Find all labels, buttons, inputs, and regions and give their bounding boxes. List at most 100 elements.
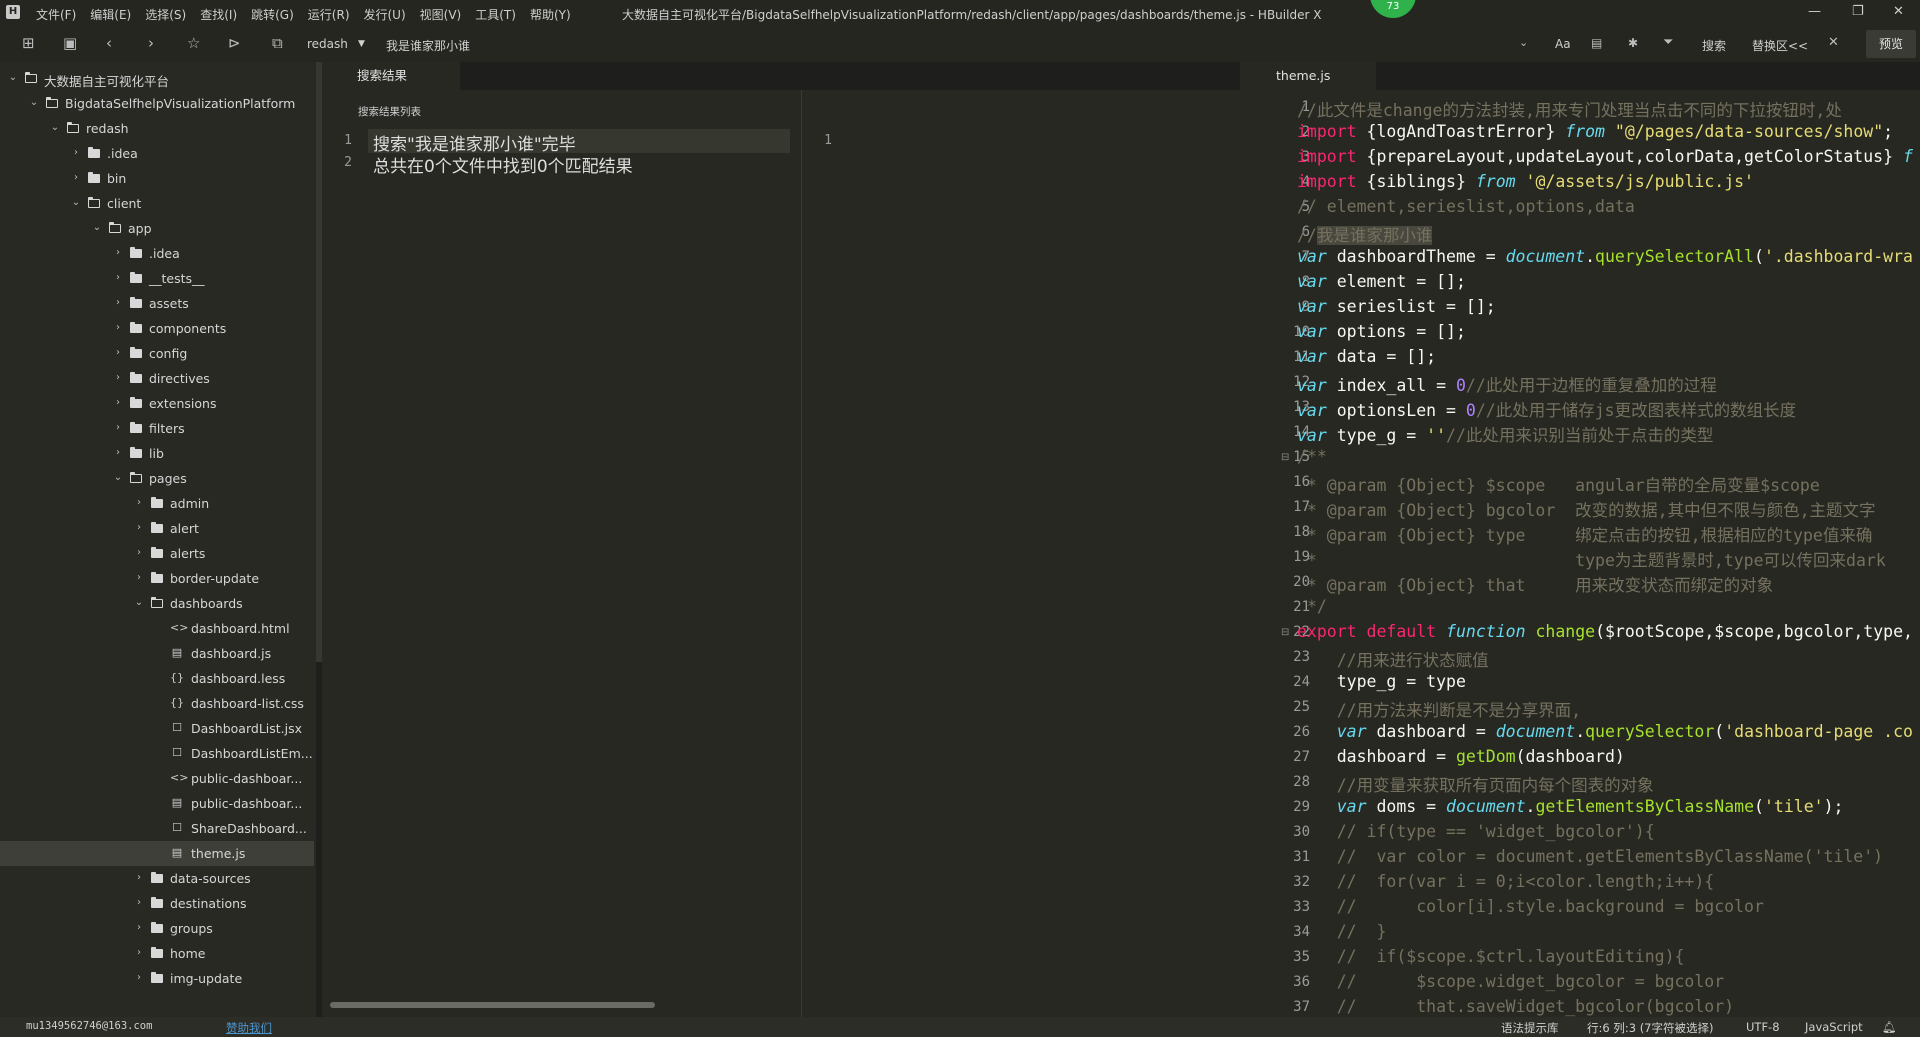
project-selector[interactable]: redash: [307, 37, 348, 51]
menu-find[interactable]: 查找(I): [200, 6, 237, 23]
chevron-right-icon[interactable]: ›: [113, 322, 123, 333]
restore-icon[interactable]: ❐: [1852, 4, 1864, 19]
tree-item[interactable]: ▤ public-dashboar...: [0, 791, 316, 816]
tree-item[interactable]: › .idea: [0, 141, 316, 166]
menu-tools[interactable]: 工具(T): [475, 6, 516, 23]
user-account[interactable]: mu1349562746@163.com: [26, 1020, 152, 1032]
search-result-line[interactable]: 总共在0个文件中找到0个匹配结果: [373, 152, 633, 177]
tree-item[interactable]: › lib: [0, 441, 316, 466]
forward-icon[interactable]: ›: [148, 35, 154, 51]
chevron-down-icon[interactable]: ⌄: [113, 472, 123, 483]
star-icon[interactable]: ☆: [187, 35, 200, 51]
chevron-down-icon[interactable]: ⌄: [92, 222, 102, 233]
chevron-down-icon[interactable]: ⌄: [50, 122, 60, 133]
chevron-right-icon[interactable]: ›: [134, 872, 144, 883]
chevron-right-icon[interactable]: ›: [113, 397, 123, 408]
tree-item[interactable]: › directives: [0, 366, 316, 391]
filter-icon[interactable]: ⏷: [1663, 35, 1673, 51]
tree-item[interactable]: › destinations: [0, 891, 316, 916]
close-search-icon[interactable]: ✕: [1828, 35, 1839, 51]
tree-item[interactable]: › home: [0, 941, 316, 966]
chevron-down-icon[interactable]: ⌄: [1519, 35, 1528, 51]
preview-button[interactable]: 预览: [1866, 30, 1916, 58]
chevron-right-icon[interactable]: ›: [134, 572, 144, 583]
tree-item[interactable]: ▤ theme.js: [0, 841, 314, 866]
tab-theme-js[interactable]: theme.js: [1240, 62, 1376, 90]
tree-item[interactable]: <> dashboard.html: [0, 616, 316, 641]
menu-view[interactable]: 视图(V): [420, 6, 462, 23]
tree-item[interactable]: › alerts: [0, 541, 316, 566]
chevron-right-icon[interactable]: ›: [134, 922, 144, 933]
chevron-right-icon[interactable]: ›: [134, 947, 144, 958]
chevron-right-icon[interactable]: ›: [113, 422, 123, 433]
chevron-right-icon[interactable]: ›: [113, 372, 123, 383]
tree-item[interactable]: ☐ ShareDashboard...: [0, 816, 316, 841]
tree-item[interactable]: › groups: [0, 916, 316, 941]
tree-item[interactable]: › bin: [0, 166, 316, 191]
new-file-icon[interactable]: ⊞: [22, 35, 35, 51]
tree-item[interactable]: › filters: [0, 416, 316, 441]
tree-item[interactable]: ⌄ pages: [0, 466, 316, 491]
syntax-hint-library[interactable]: 语法提示库: [1501, 1020, 1559, 1036]
chevron-down-icon[interactable]: ⌄: [71, 197, 81, 208]
replace-toggle[interactable]: 替换区<<: [1752, 37, 1808, 54]
chevron-down-icon[interactable]: ⌄: [134, 597, 144, 608]
tree-item[interactable]: › admin: [0, 491, 316, 516]
chevron-right-icon[interactable]: ›: [134, 972, 144, 983]
chevron-right-icon[interactable]: ›: [113, 247, 123, 258]
tree-item[interactable]: ☐ DashboardList.jsx: [0, 716, 316, 741]
tab-search-results[interactable]: 搜索结果: [322, 62, 460, 90]
chevron-right-icon[interactable]: ›: [134, 897, 144, 908]
close-window-icon[interactable]: ✕: [1893, 4, 1904, 19]
tree-item[interactable]: › assets: [0, 291, 316, 316]
notification-badge[interactable]: 73: [1370, 0, 1416, 18]
menu-goto[interactable]: 跳转(G): [251, 6, 294, 23]
tree-item[interactable]: ☐ DashboardListEm...: [0, 741, 316, 766]
file-encoding[interactable]: UTF-8: [1746, 1020, 1780, 1034]
minimize-icon[interactable]: —: [1808, 4, 1821, 19]
chevron-down-icon[interactable]: ⌄: [29, 97, 39, 108]
tree-item[interactable]: ⌄ 大数据自主可视化平台: [0, 66, 316, 91]
tree-item[interactable]: › extensions: [0, 391, 316, 416]
menu-help[interactable]: 帮助(Y): [530, 6, 571, 23]
tree-item[interactable]: {} dashboard-list.css: [0, 691, 316, 716]
browser-icon[interactable]: ⧉: [272, 35, 283, 51]
tree-item[interactable]: › data-sources: [0, 866, 316, 891]
match-case-icon[interactable]: Aa: [1555, 37, 1571, 51]
back-icon[interactable]: ‹: [106, 35, 112, 51]
chevron-right-icon[interactable]: ›: [113, 347, 123, 358]
chevron-right-icon[interactable]: ›: [113, 272, 123, 283]
tree-item[interactable]: <> public-dashboar...: [0, 766, 316, 791]
run-icon[interactable]: ⊳: [228, 35, 241, 51]
fold-icon[interactable]: ⊟: [1281, 452, 1289, 463]
tree-item[interactable]: ⌄ app: [0, 216, 316, 241]
tree-item[interactable]: ⌄ client: [0, 191, 316, 216]
cursor-position[interactable]: 行:6 列:3 (7字符被选择): [1587, 1020, 1713, 1036]
tree-item[interactable]: › alert: [0, 516, 316, 541]
search-button[interactable]: 搜索: [1702, 37, 1726, 54]
tree-item[interactable]: ⌄ redash: [0, 116, 316, 141]
save-icon[interactable]: ▣: [63, 35, 77, 51]
chevron-right-icon[interactable]: ›: [134, 522, 144, 533]
regex-icon[interactable]: ✱: [1628, 35, 1638, 51]
chevron-right-icon[interactable]: ›: [134, 547, 144, 558]
bell-icon[interactable]: 🔔︎: [1882, 1020, 1897, 1034]
tree-item[interactable]: › config: [0, 341, 316, 366]
tree-item[interactable]: › .idea: [0, 241, 316, 266]
tree-item[interactable]: {} dashboard.less: [0, 666, 316, 691]
menu-file[interactable]: 文件(F): [36, 6, 76, 23]
horizontal-scrollbar[interactable]: [330, 1002, 655, 1008]
tree-item[interactable]: › img-update: [0, 966, 316, 991]
menu-run[interactable]: 运行(R): [308, 6, 350, 23]
tree-item[interactable]: ▤ dashboard.js: [0, 641, 316, 666]
chevron-down-icon[interactable]: ▼: [358, 39, 365, 49]
sponsor-link[interactable]: 赞助我们: [226, 1020, 272, 1036]
tree-item[interactable]: ⌄ BigdataSelfhelpVisualizationPlatform: [0, 91, 316, 116]
tree-item[interactable]: › components: [0, 316, 316, 341]
language-mode[interactable]: JavaScript: [1805, 1020, 1863, 1034]
chevron-right-icon[interactable]: ›: [134, 497, 144, 508]
chevron-right-icon[interactable]: ›: [113, 297, 123, 308]
tree-item[interactable]: › __tests__: [0, 266, 316, 291]
menu-edit[interactable]: 编辑(E): [90, 6, 131, 23]
chevron-down-icon[interactable]: ⌄: [8, 72, 18, 83]
